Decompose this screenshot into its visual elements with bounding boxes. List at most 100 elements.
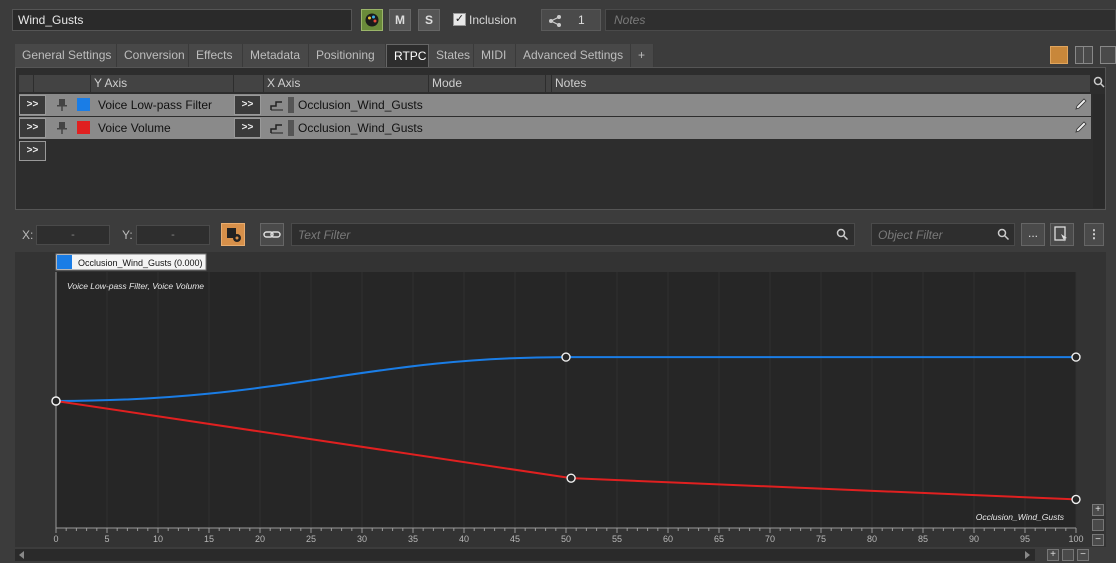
tab-conversion[interactable]: Conversion [117, 44, 189, 67]
notes-header-label: Notes [555, 76, 587, 90]
x-axis-header-label: X Axis [267, 76, 301, 90]
object-filter-input[interactable]: Object Filter [871, 223, 1015, 246]
x-tick-label: 35 [408, 534, 418, 544]
layout-rows-icon[interactable] [1100, 46, 1116, 64]
add-rtpc-button[interactable]: >> [19, 141, 46, 161]
sync-selection-icon[interactable] [1050, 223, 1074, 246]
col-x-axis-header[interactable]: X Axis [264, 75, 429, 92]
table-row[interactable]: >> Voice Low-pass Filter >> Occlusion_Wi… [19, 94, 1091, 116]
expand-x-axis-button[interactable]: >> [234, 118, 261, 138]
pin-icon[interactable] [55, 98, 69, 112]
y-coord-field[interactable]: - [136, 225, 210, 245]
graph-toolbar: X: - Y: - Text Filter Object Filter ... … [15, 222, 1106, 248]
y-axis-cell[interactable]: Voice Volume [98, 117, 171, 139]
scroll-left-icon [19, 551, 24, 559]
x-coord-field[interactable]: - [36, 225, 110, 245]
solo-button[interactable]: S [418, 9, 440, 31]
curve-settings-icon[interactable] [221, 223, 245, 246]
tab-states[interactable]: States [429, 44, 474, 67]
x-tick-label: 100 [1068, 534, 1083, 544]
tab-rtpc[interactable]: RTPC [386, 44, 429, 67]
curve-point[interactable] [1071, 352, 1081, 362]
tab-effects[interactable]: Effects [189, 44, 243, 67]
search-icon[interactable] [997, 228, 1010, 241]
zoom-in-icon[interactable]: + [1092, 504, 1104, 516]
y-axis-header-label: Y Axis [94, 76, 128, 90]
curve-names-label: Voice Low-pass Filter, Voice Volume [67, 281, 204, 291]
tab-general-settings[interactable]: General Settings [15, 44, 117, 67]
tab-add[interactable]: + [631, 44, 654, 67]
col-mode-header[interactable]: Mode [429, 75, 546, 92]
text-filter-input[interactable]: Text Filter [291, 223, 855, 246]
col-notes-header[interactable]: Notes [552, 75, 1091, 92]
x-axis-name-label: Occlusion_Wind_Gusts [976, 512, 1065, 522]
zoom-out-icon[interactable]: − [1092, 534, 1104, 546]
share-set-box[interactable]: 1 [541, 9, 601, 31]
object-name-field[interactable]: Wind_Gusts [12, 9, 352, 31]
curve-point[interactable] [1071, 494, 1081, 505]
curve-color-swatch[interactable] [77, 121, 90, 134]
x-axis-color-bar [288, 120, 294, 136]
x-tick-label: 20 [255, 534, 265, 544]
table-row[interactable]: >> Voice Volume >> Occlusion_Wind_Gusts [19, 117, 1091, 139]
h-zoom-out-icon[interactable]: − [1077, 549, 1089, 561]
y-axis-cell[interactable]: Voice Low-pass Filter [98, 94, 212, 116]
color-palette-icon[interactable] [361, 9, 383, 31]
scroll-right-icon [1025, 551, 1030, 559]
notes-field[interactable]: Notes [605, 9, 1116, 31]
x-tick-label: 0 [53, 534, 58, 544]
link-icon[interactable] [260, 223, 284, 246]
tab-metadata[interactable]: Metadata [243, 44, 309, 67]
inclusion-checkbox[interactable]: ✓ [453, 13, 466, 26]
game-parameter-icon [270, 124, 283, 134]
tab-positioning[interactable]: Positioning [309, 44, 386, 67]
more-options-button[interactable]: ... [1021, 223, 1045, 246]
expand-x-axis-button[interactable]: >> [234, 95, 261, 115]
pin-icon[interactable] [55, 121, 69, 135]
x-axis-cell[interactable]: Occlusion_Wind_Gusts [298, 117, 423, 139]
curve-point[interactable] [566, 473, 576, 483]
x-coord-label: X: [22, 228, 34, 242]
tab-advanced-settings[interactable]: Advanced Settings [516, 44, 631, 67]
x-tick-label: 5 [104, 534, 109, 544]
h-zoom-fit-icon[interactable] [1062, 549, 1074, 561]
expand-row-button[interactable]: >> [19, 95, 46, 115]
rtpc-curve-chart[interactable]: 0 5 10 15 20 25 30 35 40 45 50 55 60 65 70 75 80 85 90 95 10… [15, 252, 1106, 547]
col-expand2-header [234, 75, 264, 92]
col-expand-header [19, 75, 34, 92]
curve-color-swatch[interactable] [77, 98, 90, 111]
expand-row-button[interactable]: >> [19, 118, 46, 138]
x-tick-label: 85 [918, 534, 928, 544]
curve-point[interactable] [51, 396, 61, 406]
col-pin-header [34, 75, 91, 92]
share-icon [549, 15, 561, 27]
edit-pencil-icon[interactable] [1074, 120, 1088, 134]
graph-h-scrollbar[interactable] [15, 549, 1035, 561]
layout-split-icon[interactable] [1075, 46, 1093, 64]
legend-box[interactable]: Occlusion_Wind_Gusts (0.000) [55, 253, 207, 271]
search-icon[interactable] [1093, 75, 1105, 89]
zoom-fit-icon[interactable] [1092, 519, 1104, 531]
share-count: 1 [578, 13, 585, 27]
col-y-axis-header[interactable]: Y Axis [91, 75, 234, 92]
mute-button[interactable]: M [389, 9, 411, 31]
inclusion-label: Inclusion [469, 13, 517, 27]
x-tick-label: 80 [867, 534, 877, 544]
x-tick-label: 90 [969, 534, 979, 544]
x-tick-label: 55 [612, 534, 622, 544]
edit-pencil-icon[interactable] [1074, 97, 1088, 111]
x-axis-color-bar [288, 97, 294, 113]
search-icon[interactable] [836, 228, 849, 241]
rtpc-graph[interactable]: 0 5 10 15 20 25 30 35 40 45 50 55 60 65 70 75 80 85 90 95 10… [15, 252, 1106, 547]
tab-midi[interactable]: MIDI [474, 44, 516, 67]
curve-point[interactable] [561, 352, 571, 362]
x-tick-label: 40 [459, 534, 469, 544]
x-axis-cell[interactable]: Occlusion_Wind_Gusts [298, 94, 423, 116]
mode-header-label: Mode [432, 76, 463, 90]
h-zoom-in-icon[interactable]: + [1047, 549, 1059, 561]
x-tick-label: 60 [663, 534, 673, 544]
layout-single-icon[interactable] [1050, 46, 1068, 64]
x-tick-label: 45 [510, 534, 520, 544]
table-scrollbar[interactable] [1093, 94, 1105, 208]
overflow-menu-icon[interactable]: ⋮ [1084, 223, 1104, 246]
